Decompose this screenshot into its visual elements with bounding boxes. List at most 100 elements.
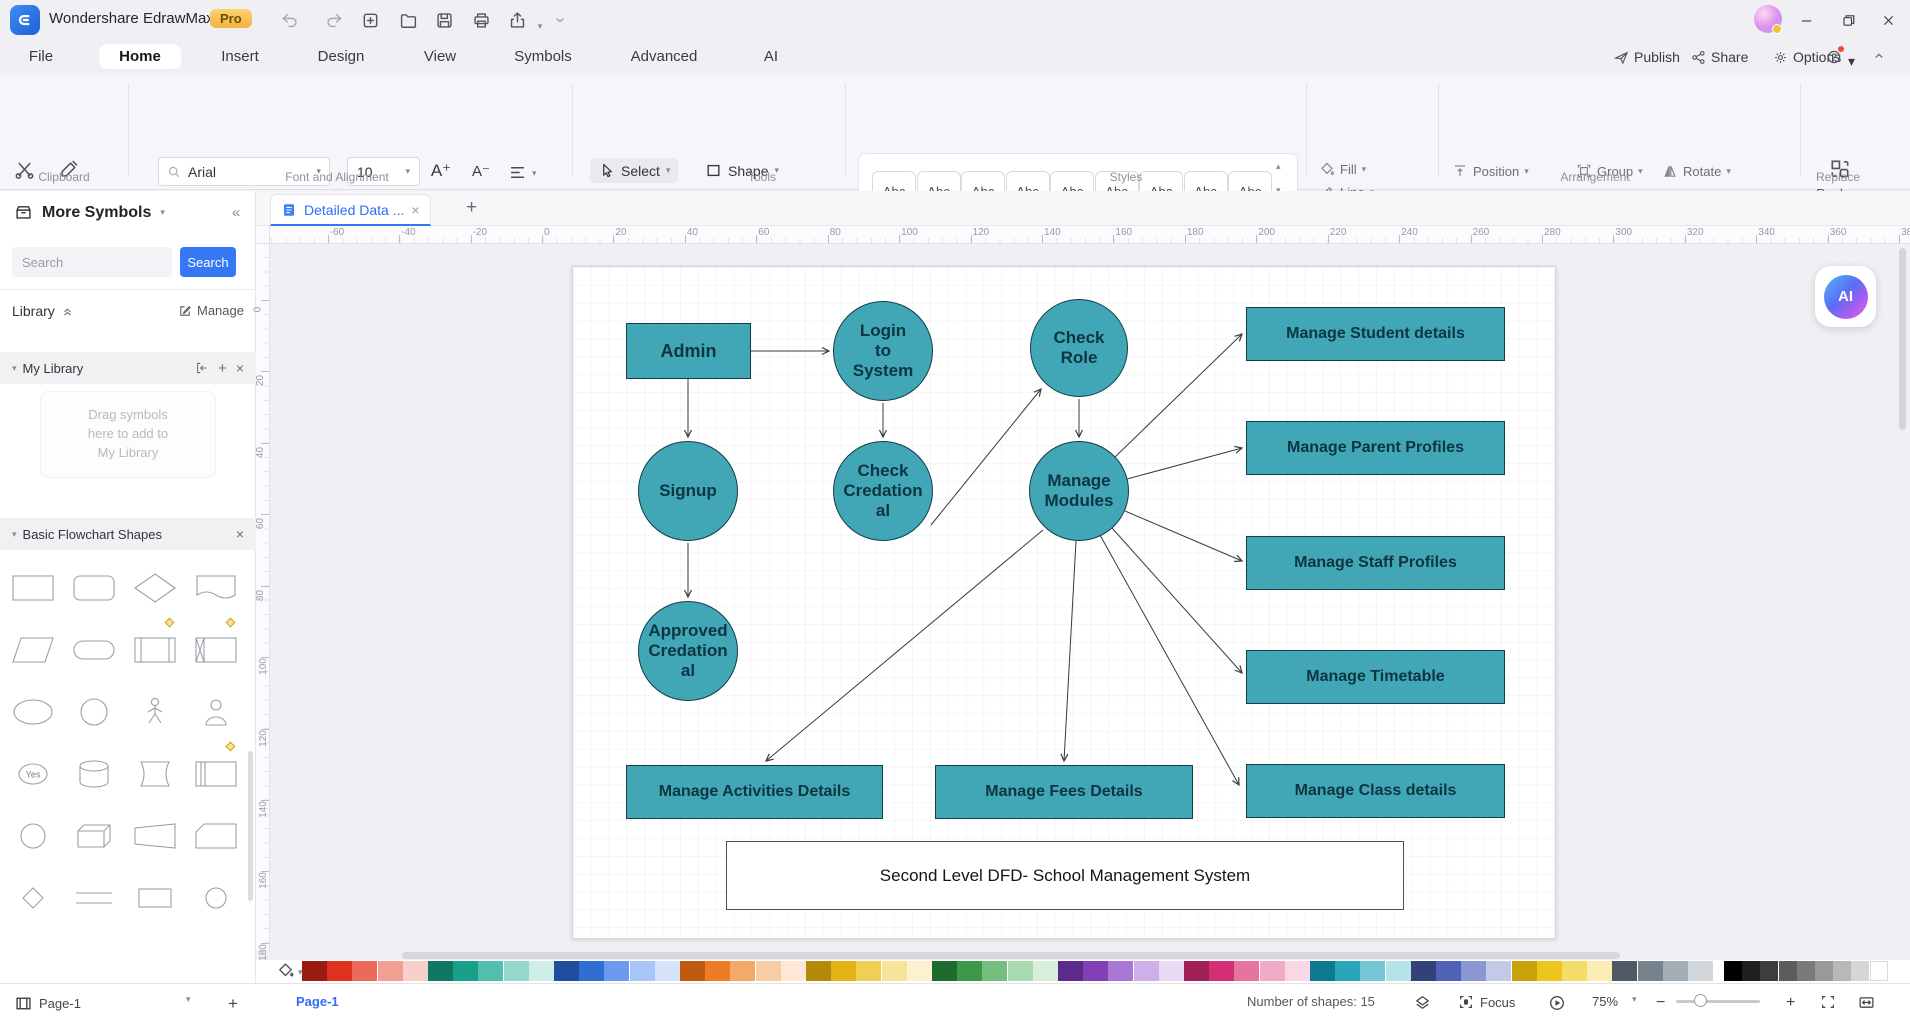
close-section-button[interactable]: × <box>236 526 244 542</box>
my-library-section-header[interactable]: ▾ My Library + × <box>0 352 256 384</box>
more-symbols-header[interactable]: More Symbols ▾ <box>14 203 165 222</box>
diagram-caption[interactable]: Second Level DFD- School Management Syst… <box>726 841 1404 910</box>
shape-document[interactable] <box>187 563 245 613</box>
color-swatch[interactable] <box>378 961 403 981</box>
shape-circle[interactable] <box>65 687 123 737</box>
style-scroll-up[interactable]: ▴ <box>1276 161 1281 172</box>
zoom-in-button[interactable]: + <box>1786 994 1795 1012</box>
decrease-font-button[interactable]: A⁻ <box>468 159 494 183</box>
color-swatch[interactable] <box>1386 961 1411 981</box>
color-swatch[interactable] <box>1797 961 1815 981</box>
color-swatch[interactable] <box>781 961 806 981</box>
node-check-role[interactable]: Check Role <box>1030 299 1128 397</box>
help-icon[interactable] <box>1826 49 1842 65</box>
shape-predefined-process[interactable] <box>126 625 184 675</box>
color-swatch[interactable] <box>302 961 327 981</box>
color-swatch[interactable] <box>1612 961 1637 981</box>
color-swatch[interactable] <box>1360 961 1385 981</box>
focus-button[interactable]: Focus <box>1458 994 1515 1010</box>
color-swatch[interactable] <box>1411 961 1436 981</box>
document-tab[interactable]: Detailed Data ... × <box>270 194 431 226</box>
close-my-library-button[interactable]: × <box>236 360 244 376</box>
node-manage-fees-details[interactable]: Manage Fees Details <box>935 765 1193 819</box>
shape-stored-data[interactable] <box>187 749 245 799</box>
menu-item-file[interactable]: File <box>15 44 67 69</box>
color-swatch[interactable] <box>1851 961 1869 981</box>
position-button[interactable]: Position▾ <box>1452 163 1529 179</box>
shape-diamond-sm[interactable] <box>4 873 62 923</box>
shape-data[interactable] <box>4 625 62 675</box>
color-swatch[interactable] <box>982 961 1007 981</box>
node-manage-parent-profiles[interactable]: Manage Parent Profiles <box>1246 421 1505 475</box>
node-manage-class-details[interactable]: Manage Class details <box>1246 764 1505 818</box>
shape-user[interactable] <box>187 687 245 737</box>
shape-cube[interactable] <box>65 811 123 861</box>
zoom-slider-track[interactable] <box>1676 1000 1760 1003</box>
color-swatch[interactable] <box>1285 961 1310 981</box>
menu-item-advanced[interactable]: Advanced <box>617 44 712 69</box>
maximize-icon[interactable] <box>1840 12 1856 28</box>
color-swatch[interactable] <box>1512 961 1537 981</box>
color-swatch[interactable] <box>1058 961 1083 981</box>
node-manage-timetable[interactable]: Manage Timetable <box>1246 650 1505 704</box>
open-folder-icon[interactable] <box>396 8 420 32</box>
undo-icon[interactable] <box>277 8 301 32</box>
color-swatch[interactable] <box>907 961 932 981</box>
color-swatch[interactable] <box>1688 961 1713 981</box>
new-tab-button[interactable]: + <box>466 197 477 219</box>
color-swatch[interactable] <box>1108 961 1133 981</box>
node-admin[interactable]: Admin <box>626 323 751 379</box>
zoom-level-value[interactable]: 75% <box>1592 994 1618 1009</box>
shape-database[interactable] <box>65 749 123 799</box>
share-button[interactable]: Share <box>1691 49 1748 65</box>
zoom-out-button[interactable]: − <box>1656 994 1665 1012</box>
color-swatch[interactable] <box>756 961 781 981</box>
print-icon[interactable] <box>469 8 493 32</box>
color-swatch[interactable] <box>1033 961 1058 981</box>
color-swatch[interactable] <box>1234 961 1259 981</box>
fill-button[interactable]: Fill▾ <box>1319 161 1366 177</box>
menu-item-design[interactable]: Design <box>304 44 379 69</box>
color-swatch[interactable] <box>957 961 982 981</box>
color-swatch[interactable] <box>1486 961 1511 981</box>
color-swatch[interactable] <box>478 961 503 981</box>
node-signup[interactable]: Signup <box>638 441 738 541</box>
color-swatch[interactable] <box>1537 961 1562 981</box>
color-swatch[interactable] <box>730 961 755 981</box>
node-check-credational[interactable]: Check Credation al <box>833 441 933 541</box>
color-swatch[interactable] <box>1663 961 1688 981</box>
close-icon[interactable] <box>1880 12 1896 28</box>
search-button[interactable]: Search <box>180 247 236 277</box>
shape-actor[interactable] <box>126 687 184 737</box>
color-swatch[interactable] <box>1724 961 1742 981</box>
page-selector-caret[interactable]: ▾ <box>186 994 191 1005</box>
ai-assistant-button[interactable]: AI <box>1815 266 1876 327</box>
color-swatch[interactable] <box>604 961 629 981</box>
active-page-tab[interactable]: Page-1 <box>296 994 339 1009</box>
color-swatch[interactable] <box>1461 961 1486 981</box>
color-swatch[interactable] <box>1260 961 1285 981</box>
color-swatch[interactable] <box>529 961 554 981</box>
color-swatch[interactable] <box>352 961 377 981</box>
layers-icon[interactable] <box>1414 994 1431 1011</box>
basic-flowchart-shapes-header[interactable]: ▾ Basic Flowchart Shapes × <box>0 518 256 550</box>
node-login-to-system[interactable]: Login to System <box>833 301 933 401</box>
shape-yes-oval[interactable]: Yes <box>4 749 62 799</box>
shape-direct-data[interactable] <box>126 749 184 799</box>
menu-item-symbols[interactable]: Symbols <box>500 44 586 69</box>
minimize-icon[interactable] <box>1798 12 1814 28</box>
drawing-page[interactable]: Admin Login to System Check Role Signup Chec… <box>572 266 1556 939</box>
color-swatch[interactable] <box>1436 961 1461 981</box>
zoom-slider-knob[interactable] <box>1694 994 1707 1007</box>
presentation-play-icon[interactable] <box>1548 994 1566 1012</box>
color-swatch[interactable] <box>1833 961 1851 981</box>
color-swatch[interactable] <box>655 961 680 981</box>
collapse-ribbon-chevron-icon[interactable] <box>1872 49 1886 63</box>
color-swatch[interactable] <box>1638 961 1663 981</box>
zoom-caret[interactable]: ▾ <box>1632 994 1637 1005</box>
help-dropdown-caret[interactable]: ▾ <box>1848 53 1855 70</box>
page-panel-toggle[interactable]: Page-1 <box>14 994 81 1013</box>
color-swatch[interactable] <box>1008 961 1033 981</box>
color-swatch[interactable] <box>1779 961 1797 981</box>
shape-rounded-process[interactable] <box>65 563 123 613</box>
